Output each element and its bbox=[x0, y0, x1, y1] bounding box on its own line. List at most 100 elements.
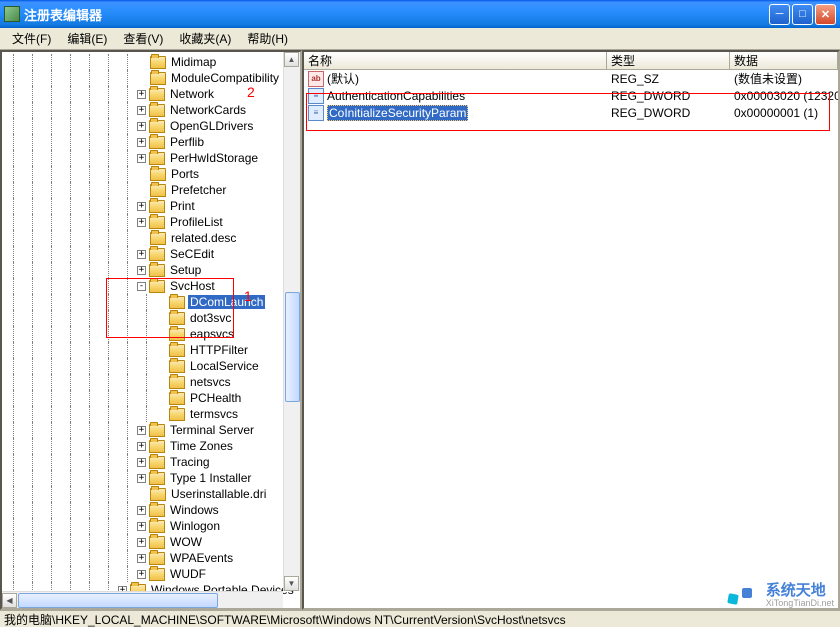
column-type[interactable]: 类型 bbox=[607, 52, 730, 69]
folder-icon bbox=[149, 472, 165, 485]
folder-icon bbox=[150, 72, 166, 85]
scroll-up-button[interactable]: ▲ bbox=[284, 52, 299, 67]
tree-node[interactable]: + Terminal Server bbox=[4, 422, 298, 438]
tree-label: DComLaunch bbox=[188, 295, 265, 309]
value-row[interactable]: ab(默认)REG_SZ(数值未设置) bbox=[304, 70, 838, 87]
tree-toggle[interactable]: + bbox=[137, 202, 146, 211]
close-button[interactable]: ✕ bbox=[815, 4, 836, 25]
tree-label: Network bbox=[168, 87, 216, 101]
tree-node[interactable]: +SeCEdit bbox=[4, 246, 298, 262]
tree-toggle[interactable]: + bbox=[137, 570, 146, 579]
menu-view[interactable]: 查看(V) bbox=[115, 28, 171, 49]
scroll-right-button[interactable]: ▶ bbox=[268, 608, 283, 610]
values-panel[interactable]: 名称 类型 数据 ab(默认)REG_SZ(数值未设置)≡Authenticat… bbox=[302, 50, 840, 610]
column-data[interactable]: 数据 bbox=[730, 52, 838, 69]
tree-toggle[interactable]: + bbox=[137, 218, 146, 227]
tree-node[interactable]: -SvcHost bbox=[4, 278, 298, 294]
tree-toggle[interactable]: + bbox=[137, 458, 146, 467]
folder-icon bbox=[149, 152, 165, 165]
tree-toggle[interactable]: + bbox=[137, 442, 146, 451]
tree-toggle[interactable]: + bbox=[137, 154, 146, 163]
tree-node[interactable]: +Tracing bbox=[4, 454, 298, 470]
tree-node[interactable]: +Setup bbox=[4, 262, 298, 278]
tree-toggle[interactable]: - bbox=[137, 282, 146, 291]
value-type-icon: ≡ bbox=[308, 105, 324, 121]
tree-toggle[interactable]: + bbox=[137, 106, 146, 115]
tree-label: Print bbox=[168, 199, 197, 213]
tree-scrollbar-vertical[interactable]: ▲ ▼ bbox=[283, 52, 300, 591]
tree-node[interactable]: HTTPFilter bbox=[4, 342, 298, 358]
tree-node[interactable]: Midimap bbox=[4, 54, 298, 70]
tree-node[interactable]: +Type 1 Installer bbox=[4, 470, 298, 486]
tree-node[interactable]: +Perflib bbox=[4, 134, 298, 150]
menu-file[interactable]: 文件(F) bbox=[4, 28, 59, 49]
tree-node[interactable]: eapsvcs bbox=[4, 326, 298, 342]
tree-node[interactable]: +Winlogon bbox=[4, 518, 298, 534]
tree-label: WOW bbox=[168, 535, 204, 549]
tree-node[interactable]: dot3svc bbox=[4, 310, 298, 326]
folder-icon bbox=[169, 328, 185, 341]
tree-node[interactable]: +OpenGLDrivers bbox=[4, 118, 298, 134]
tree-node[interactable]: Userinstallable.dri bbox=[4, 486, 298, 502]
tree-label: Prefetcher bbox=[169, 183, 228, 197]
tree-label: Terminal Server bbox=[168, 423, 256, 437]
tree-node[interactable]: termsvcs bbox=[4, 406, 298, 422]
tree-node[interactable]: +WPAEvents bbox=[4, 550, 298, 566]
tree-node[interactable]: +PerHwIdStorage bbox=[4, 150, 298, 166]
folder-icon bbox=[150, 168, 166, 181]
tree-label: Midimap bbox=[169, 55, 218, 69]
tree-toggle[interactable]: + bbox=[137, 554, 146, 563]
tree-toggle[interactable]: + bbox=[137, 90, 146, 99]
value-row[interactable]: ≡AuthenticationCapabilitiesREG_DWORD0x00… bbox=[304, 87, 838, 104]
tree-panel[interactable]: MidimapModuleCompatibility+Network+Netwo… bbox=[0, 50, 302, 610]
tree-toggle[interactable]: + bbox=[137, 250, 146, 259]
minimize-button[interactable]: ─ bbox=[769, 4, 790, 25]
folder-icon bbox=[169, 408, 185, 421]
tree-toggle[interactable]: + bbox=[137, 474, 146, 483]
annotation-label-1: 1 bbox=[244, 288, 252, 304]
menu-help[interactable]: 帮助(H) bbox=[239, 28, 296, 49]
tree-node[interactable]: + WOW bbox=[4, 534, 298, 550]
scroll-down-button[interactable]: ▼ bbox=[284, 576, 299, 591]
scroll-thumb-h[interactable] bbox=[18, 593, 218, 608]
tree-node[interactable]: +NetworkCards bbox=[4, 102, 298, 118]
value-name: (默认) bbox=[327, 70, 359, 87]
tree-scrollbar-horizontal[interactable]: ◀ ▶ bbox=[2, 591, 283, 608]
tree-label: ProfileList bbox=[168, 215, 225, 229]
tree-toggle[interactable]: + bbox=[137, 426, 146, 435]
tree-toggle[interactable]: + bbox=[137, 506, 146, 515]
window-buttons: ─ □ ✕ bbox=[769, 4, 836, 25]
tree-node[interactable]: +WUDF bbox=[4, 566, 298, 582]
tree-node[interactable]: Ports bbox=[4, 166, 298, 182]
tree-toggle[interactable]: + bbox=[137, 138, 146, 147]
tree-node[interactable]: +Time Zones bbox=[4, 438, 298, 454]
titlebar[interactable]: 注册表编辑器 ─ □ ✕ bbox=[0, 0, 840, 28]
folder-icon bbox=[149, 264, 165, 277]
value-row[interactable]: ≡CoInitializeSecurityParamREG_DWORD0x000… bbox=[304, 104, 838, 121]
maximize-button[interactable]: □ bbox=[792, 4, 813, 25]
tree-label: Windows bbox=[168, 503, 221, 517]
tree-node[interactable]: LocalService bbox=[4, 358, 298, 374]
column-name[interactable]: 名称 bbox=[304, 52, 607, 69]
tree-node[interactable]: Prefetcher bbox=[4, 182, 298, 198]
tree-toggle[interactable]: + bbox=[137, 266, 146, 275]
folder-icon bbox=[150, 56, 166, 69]
scroll-left-button[interactable]: ◀ bbox=[2, 593, 17, 608]
tree-node[interactable]: DComLaunch bbox=[4, 294, 298, 310]
tree-node[interactable]: + Windows bbox=[4, 502, 298, 518]
folder-icon bbox=[149, 216, 165, 229]
value-type-icon: ab bbox=[308, 71, 324, 87]
tree-node[interactable]: PCHealth bbox=[4, 390, 298, 406]
menu-edit[interactable]: 编辑(E) bbox=[59, 28, 115, 49]
tree-node[interactable]: + Print bbox=[4, 198, 298, 214]
tree-node[interactable]: + ProfileList bbox=[4, 214, 298, 230]
tree-toggle[interactable]: + bbox=[137, 522, 146, 531]
tree-node[interactable]: related.desc bbox=[4, 230, 298, 246]
scroll-thumb-v[interactable] bbox=[285, 292, 300, 402]
menu-favorites[interactable]: 收藏夹(A) bbox=[171, 28, 239, 49]
tree-node[interactable]: netsvcs bbox=[4, 374, 298, 390]
tree-toggle[interactable]: + bbox=[137, 122, 146, 131]
folder-icon bbox=[149, 520, 165, 533]
folder-icon bbox=[149, 280, 165, 293]
tree-toggle[interactable]: + bbox=[137, 538, 146, 547]
